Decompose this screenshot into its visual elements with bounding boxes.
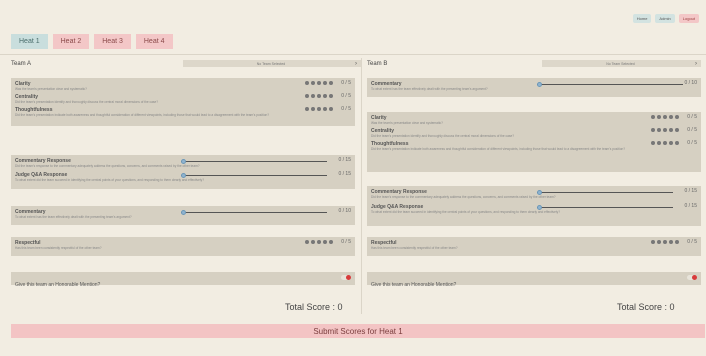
centrality-desc: Did the team's presentation identify and… — [371, 134, 515, 138]
respectful-desc: Has this team been consistently respectf… — [371, 246, 458, 250]
clarity-rating[interactable] — [305, 81, 333, 85]
centrality-score: 0 / 5 — [687, 127, 697, 133]
commentary-score: 0 / 10 — [338, 208, 351, 214]
clarity-score: 0 / 5 — [687, 114, 697, 120]
commentary-response-score: 0 / 15 — [684, 188, 697, 194]
respectful-rating[interactable] — [651, 240, 679, 244]
home-button[interactable]: Home — [632, 14, 652, 23]
team-a-total-score: Total Score : 0 — [285, 302, 343, 312]
team-a-title: Team A — [11, 61, 32, 67]
respectful-score: 0 / 5 — [341, 239, 351, 245]
column-divider — [361, 58, 362, 314]
team-a-mention-card: Give this team an Honorable Mention? — [11, 272, 355, 288]
thoughtfulness-desc: Did the team's presentation indicate bot… — [15, 113, 270, 117]
judge-qa-score: 0 / 15 — [684, 203, 697, 209]
admin-button[interactable]: Admin — [655, 14, 675, 23]
team-b-select[interactable]: No Team Selected › — [542, 60, 701, 67]
team-b-response-card: Commentary Response Did the team's respo… — [367, 186, 701, 226]
clarity-score: 0 / 5 — [341, 80, 351, 86]
honorable-mention-label: Give this team an Honorable Mention? — [15, 282, 101, 288]
judge-qa-slider[interactable] — [537, 205, 673, 210]
thoughtfulness-score: 0 / 5 — [687, 140, 697, 146]
commentary-response-desc: Did the team's response to the commentar… — [15, 164, 200, 168]
team-b-total-score: Total Score : 0 — [617, 302, 675, 312]
judge-qa-desc: To what extent did the team succeed in i… — [371, 210, 561, 214]
thoughtfulness-rating[interactable] — [305, 107, 333, 111]
divider — [0, 54, 706, 55]
judge-qa-slider[interactable] — [181, 173, 327, 178]
chevron-right-icon: › — [695, 60, 697, 67]
honorable-mention-toggle[interactable] — [687, 275, 697, 280]
centrality-desc: Did the team's presentation identify and… — [15, 100, 159, 104]
centrality-rating[interactable] — [651, 128, 679, 132]
respectful-rating[interactable] — [305, 240, 333, 244]
team-b-panel: Team B No Team Selected › Commentary To … — [367, 59, 701, 314]
chevron-right-icon: › — [355, 60, 357, 67]
thoughtfulness-rating[interactable] — [651, 141, 679, 145]
centrality-rating[interactable] — [305, 94, 333, 98]
team-b-select-value: No Team Selected — [606, 61, 635, 66]
honorable-mention-label: Give this team an Honorable Mention? — [371, 282, 457, 288]
team-b-mention-card: Give this team an Honorable Mention? — [367, 272, 701, 288]
team-b-commentary-card: Commentary To what extent has the team e… — [367, 78, 701, 97]
team-b-title: Team B — [367, 61, 388, 67]
clarity-desc: Was the team's presentation clear and sy… — [371, 121, 443, 125]
tab-heat-3[interactable]: Heat 3 — [94, 34, 131, 49]
commentary-slider[interactable] — [181, 210, 327, 215]
judge-qa-desc: To what extent did the team succeed in i… — [15, 178, 205, 182]
commentary-slider[interactable] — [537, 82, 683, 87]
team-a-criteria-card: Clarity Was the team's presentation clea… — [11, 78, 355, 126]
commentary-response-desc: Did the team's response to the commentar… — [371, 195, 556, 199]
honorable-mention-toggle[interactable] — [341, 275, 351, 280]
commentary-response-score: 0 / 15 — [338, 157, 351, 163]
team-a-select-value: No Team Selected — [256, 61, 286, 66]
judge-qa-score: 0 / 15 — [338, 171, 351, 177]
team-a-response-card: Commentary Response Did the team's respo… — [11, 155, 355, 189]
tab-heat-1[interactable]: Heat 1 — [11, 34, 48, 49]
commentary-response-slider[interactable] — [537, 190, 673, 195]
centrality-score: 0 / 5 — [341, 93, 351, 99]
team-a-panel: Team A No Team Selected › Clarity Was th… — [11, 59, 361, 314]
team-b-criteria-card: Clarity Was the team's presentation clea… — [367, 112, 701, 172]
commentary-score: 0 / 10 — [684, 80, 697, 86]
team-a-select[interactable]: No Team Selected › — [183, 60, 361, 67]
heat-tabs: Heat 1 Heat 2 Heat 3 Heat 4 — [11, 34, 173, 49]
tab-heat-4[interactable]: Heat 4 — [135, 34, 173, 49]
thoughtfulness-desc: Did the team's presentation indicate bot… — [371, 147, 626, 151]
top-nav: Home Admin Logout — [632, 14, 699, 23]
clarity-desc: Was the team's presentation clear and sy… — [15, 87, 87, 91]
clarity-rating[interactable] — [651, 115, 679, 119]
submit-scores-button[interactable]: Submit Scores for Heat 1 — [11, 324, 705, 338]
commentary-desc: To what extent has the team effectively … — [15, 215, 132, 219]
commentary-desc: To what extent has the team effectively … — [371, 87, 488, 91]
team-a-commentary-card: Commentary To what extent has the team e… — [11, 206, 355, 225]
respectful-desc: Has this team been consistently respectf… — [15, 246, 102, 250]
tab-heat-2[interactable]: Heat 2 — [52, 34, 90, 49]
logout-button[interactable]: Logout — [678, 14, 699, 23]
respectful-score: 0 / 5 — [687, 239, 697, 245]
team-a-respectful-card: Respectful Has this team been consistent… — [11, 237, 355, 256]
commentary-response-slider[interactable] — [181, 159, 327, 164]
team-b-respectful-card: Respectful Has this team been consistent… — [367, 237, 701, 256]
thoughtfulness-score: 0 / 5 — [341, 106, 351, 112]
